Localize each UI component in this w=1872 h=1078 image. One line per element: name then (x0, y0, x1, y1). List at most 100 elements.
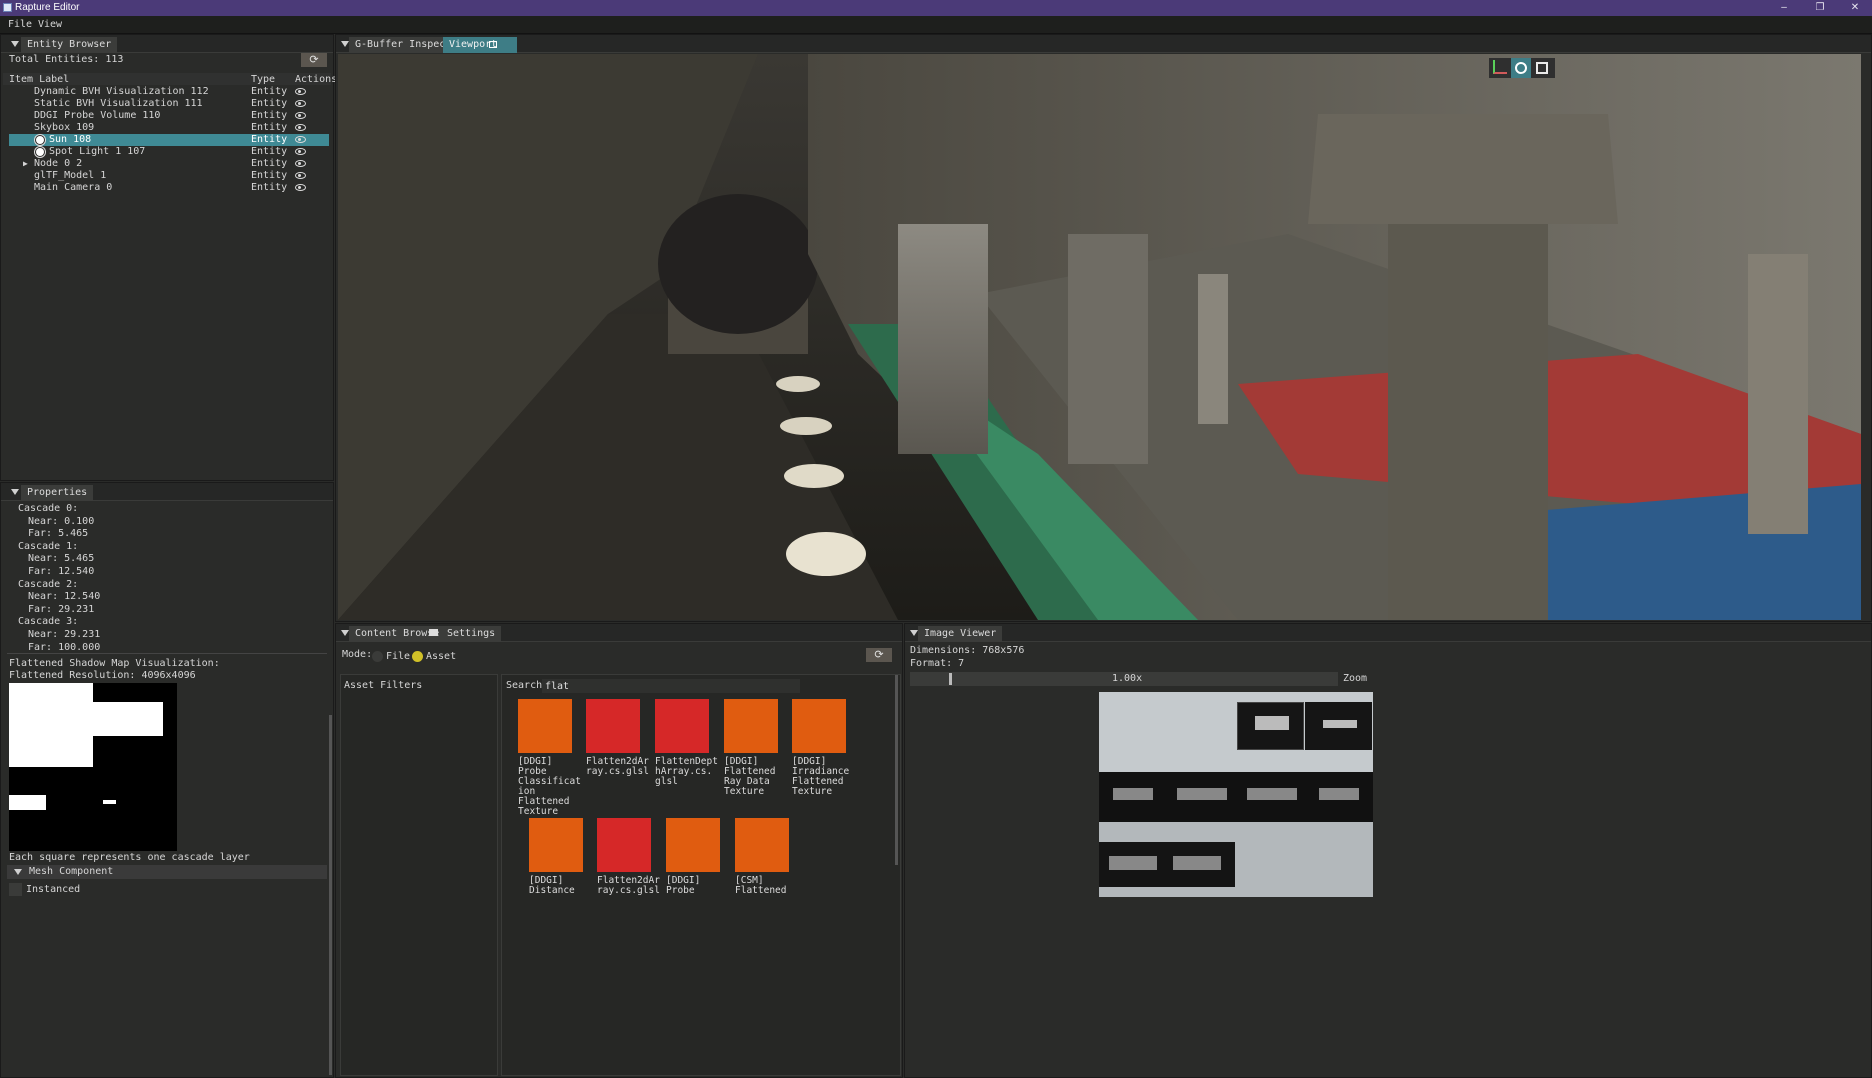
entity-type: Entity (251, 122, 288, 133)
asset-thumbnail[interactable] (597, 818, 651, 872)
asset-thumbnail[interactable] (735, 818, 789, 872)
properties-scrollbar[interactable] (329, 715, 332, 1075)
asset-thumbnail[interactable] (586, 699, 640, 753)
asset-thumbnail[interactable] (518, 699, 572, 753)
zoom-label: Zoom (1343, 673, 1368, 684)
visibility-eye-icon[interactable] (295, 160, 306, 167)
mode-file-label: File (386, 651, 411, 662)
gizmo-toolbar (1489, 58, 1555, 78)
menu-file[interactable]: File (8, 19, 32, 30)
cascade-near: Near: 29.231 (28, 628, 101, 640)
table-row-selected[interactable]: Sun 108 Entity (9, 134, 329, 146)
menu-bar: File View (0, 16, 1872, 34)
collapse-arrow-icon[interactable] (14, 869, 22, 875)
tab-entity-browser[interactable]: Entity Browser (21, 37, 118, 53)
mode-asset-radio[interactable] (412, 651, 423, 662)
image-preview[interactable] (1099, 692, 1373, 897)
table-row[interactable]: Skybox 109 Entity (9, 122, 329, 134)
visibility-eye-icon[interactable] (295, 172, 306, 179)
asset-thumbnail[interactable] (655, 699, 709, 753)
visibility-eye-icon[interactable] (295, 148, 306, 155)
visibility-eye-icon[interactable] (295, 184, 306, 191)
zoom-slider[interactable]: 1.00x (910, 672, 1338, 686)
collapse-arrow-icon[interactable] (341, 41, 349, 47)
tab-image-viewer[interactable]: Image Viewer (918, 626, 1003, 642)
translate-gizmo-icon[interactable] (1493, 60, 1507, 74)
restore-button[interactable]: ❐ (1808, 1, 1832, 15)
asset-grid-scrollbar[interactable] (895, 675, 898, 865)
instanced-checkbox[interactable] (9, 883, 22, 896)
visibility-eye-icon[interactable] (295, 100, 306, 107)
menu-view[interactable]: View (38, 19, 62, 30)
shadow-map-title: Flattened Shadow Map Visualization: (9, 658, 220, 669)
column-item-label[interactable]: Item Label (9, 74, 69, 85)
properties-header: Properties (1, 483, 333, 501)
asset-grid-panel: Search: [DDGI] Probe Classificat ion Fla… (501, 674, 901, 1076)
image-viewer-header: Image Viewer (905, 624, 1871, 642)
rotate-gizmo-icon (1515, 62, 1527, 74)
collapse-arrow-icon[interactable] (910, 630, 918, 636)
asset-thumbnail[interactable] (724, 699, 778, 753)
table-row[interactable]: ▶ Node 0 2 Entity (9, 158, 329, 170)
entity-type: Entity (251, 110, 288, 121)
table-row[interactable]: Main Camera 0 Entity (9, 182, 329, 194)
zoom-value: 1.00x (1112, 673, 1143, 684)
cascade-near: Near: 5.465 (28, 553, 95, 565)
column-actions[interactable]: Actions (295, 74, 337, 85)
tab-properties[interactable]: Properties (21, 485, 94, 501)
tab-settings[interactable]: Settings (441, 626, 502, 642)
shadow-map-image (9, 683, 177, 851)
content-browser-panel: Content Browser Settings Mode: File Asse… (335, 623, 903, 1078)
rotate-gizmo-button[interactable] (1511, 58, 1531, 78)
mode-file-radio[interactable] (372, 651, 383, 662)
entity-type: Entity (251, 170, 288, 181)
close-button[interactable]: ✕ (1843, 1, 1867, 15)
table-row[interactable]: DDGI Probe Volume 110 Entity (9, 110, 329, 122)
mesh-component-label: Mesh Component (29, 866, 114, 877)
refresh-icon[interactable]: ⟳ (301, 53, 327, 67)
entity-label: Sun 108 (49, 134, 92, 145)
mode-asset-label: Asset (426, 651, 457, 662)
cascade-title: Cascade 0: (18, 503, 79, 514)
refresh-icon[interactable]: ⟳ (866, 648, 892, 662)
zoom-slider-handle[interactable] (949, 673, 952, 685)
minimize-button[interactable]: – (1772, 1, 1796, 15)
mesh-component-header[interactable]: Mesh Component (7, 865, 327, 879)
folder-icon (429, 629, 438, 636)
sun-icon (36, 136, 44, 144)
table-row[interactable]: Dynamic BVH Visualization 112 Entity (9, 86, 329, 98)
asset-thumbnail[interactable] (529, 818, 583, 872)
table-row[interactable]: Spot Light 1 107 Entity (9, 146, 329, 158)
title-bar: Rapture Editor – ❐ ✕ (0, 0, 1872, 16)
column-type[interactable]: Type (251, 74, 275, 85)
cascade-title: Cascade 2: (18, 578, 79, 590)
collapse-arrow-icon[interactable] (11, 41, 19, 47)
table-row[interactable]: Static BVH Visualization 111 Entity (9, 98, 329, 110)
scene-view[interactable] (338, 54, 1861, 620)
cascade-title: Cascade 1: (18, 540, 79, 552)
entity-label: Node 0 2 (34, 158, 83, 169)
entity-label: Dynamic BVH Visualization 112 (34, 86, 209, 97)
visibility-eye-icon[interactable] (295, 112, 306, 119)
tab-viewport[interactable]: Viewport (443, 37, 518, 53)
asset-filters-panel: Asset Filters (340, 674, 498, 1076)
asset-thumbnail[interactable] (666, 818, 720, 872)
image-viewer-panel: Image Viewer Dimensions: 768x576 Format:… (904, 623, 1872, 1078)
expand-arrow-icon[interactable]: ▶ (23, 158, 28, 170)
scale-gizmo-icon[interactable] (1536, 62, 1548, 74)
cascade-far: Far: 5.465 (28, 528, 89, 540)
visibility-eye-icon[interactable] (295, 88, 306, 95)
asset-thumbnail[interactable] (792, 699, 846, 753)
table-header: Item Label Type Actions (3, 73, 337, 85)
search-input[interactable] (542, 679, 800, 693)
image-dimensions: Dimensions: 768x576 (910, 645, 1025, 656)
collapse-arrow-icon[interactable] (341, 630, 349, 636)
visibility-eye-icon[interactable] (295, 124, 306, 131)
asset-caption: FlattenDept hArray.cs. glsl (655, 756, 718, 787)
visibility-eye-icon[interactable] (295, 136, 306, 143)
table-row[interactable]: glTF_Model 1 Entity (9, 170, 329, 182)
window-title: Rapture Editor (15, 2, 80, 13)
divider (7, 653, 327, 654)
entity-type: Entity (251, 146, 288, 157)
collapse-arrow-icon[interactable] (11, 489, 19, 495)
